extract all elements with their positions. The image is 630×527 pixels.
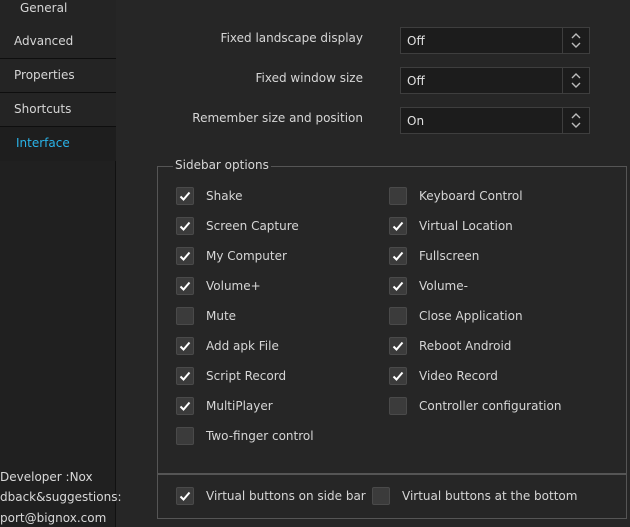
checkbox-checked-icon[interactable] xyxy=(389,277,407,295)
support-email: port@bignox.com xyxy=(0,511,107,525)
fixed-window-size-select[interactable]: Off xyxy=(400,67,590,94)
nav-item-interface[interactable]: Interface xyxy=(0,127,116,161)
nav-item-properties[interactable]: Properties xyxy=(0,59,116,93)
checkbox-unchecked-icon[interactable] xyxy=(389,187,407,205)
checkbox-label: Keyboard Control xyxy=(419,189,523,203)
checkbox-checked-icon[interactable] xyxy=(389,217,407,235)
checkbox-label: Volume- xyxy=(419,279,468,293)
fixed-landscape-select[interactable]: Off xyxy=(400,27,590,54)
fixed-landscape-label: Fixed landscape display xyxy=(220,31,363,45)
up-down-arrows-icon xyxy=(562,68,589,93)
checkbox-unchecked-icon[interactable] xyxy=(176,307,194,325)
remember-size-label: Remember size and position xyxy=(192,111,363,125)
nav-item-general[interactable]: General xyxy=(0,0,116,26)
up-down-arrows-icon xyxy=(562,108,589,133)
checkbox-checked-icon[interactable] xyxy=(389,337,407,355)
checkbox-label: Virtual Location xyxy=(419,219,513,233)
remember-size-select[interactable]: On xyxy=(400,107,590,134)
settings-nav: General Advanced Properties Shortcuts In… xyxy=(0,0,122,527)
checkbox-checked-icon[interactable] xyxy=(176,337,194,355)
checkbox-label: Shake xyxy=(206,189,243,203)
checkbox-checked-icon[interactable] xyxy=(176,217,194,235)
checkbox-label: My Computer xyxy=(206,249,287,263)
developer-text: Developer :Nox xyxy=(0,470,93,484)
fixed-window-size-value: Off xyxy=(407,74,425,88)
checkbox-label: MultiPlayer xyxy=(206,399,273,413)
checkbox-label: Virtual buttons at the bottom xyxy=(402,489,578,503)
feedback-label: dback&suggestions: xyxy=(0,490,122,504)
checkbox-unchecked-icon[interactable] xyxy=(389,307,407,325)
checkbox-label: Controller configuration xyxy=(419,399,562,413)
checkbox-label: Reboot Android xyxy=(419,339,512,353)
checkbox-checked-icon[interactable] xyxy=(176,187,194,205)
checkbox-checked-icon[interactable] xyxy=(176,277,194,295)
checkbox-label: Two-finger control xyxy=(206,429,314,443)
checkbox-checked-icon[interactable] xyxy=(176,247,194,265)
checkbox-label: Mute xyxy=(206,309,237,323)
nav-item-shortcuts[interactable]: Shortcuts xyxy=(0,93,116,127)
checkbox-label: Volume+ xyxy=(206,279,261,293)
checkbox-unchecked-icon[interactable] xyxy=(176,427,194,445)
checkbox-checked-icon[interactable] xyxy=(176,397,194,415)
checkbox-label: Add apk File xyxy=(206,339,279,353)
checkbox-checked-icon[interactable] xyxy=(389,247,407,265)
checkbox-label: Video Record xyxy=(419,369,498,383)
checkbox-unchecked-icon[interactable] xyxy=(389,397,407,415)
checkbox-label: Script Record xyxy=(206,369,287,383)
checkbox-label: Screen Capture xyxy=(206,219,299,233)
checkbox-checked-icon[interactable] xyxy=(176,487,194,505)
fixed-window-size-label: Fixed window size xyxy=(255,71,363,85)
checkbox-label: Virtual buttons on side bar xyxy=(206,489,366,503)
checkbox-checked-icon[interactable] xyxy=(176,367,194,385)
up-down-arrows-icon xyxy=(562,28,589,53)
fixed-landscape-value: Off xyxy=(407,34,425,48)
remember-size-value: On xyxy=(407,114,425,128)
checkbox-checked-icon[interactable] xyxy=(389,367,407,385)
checkbox-unchecked-icon[interactable] xyxy=(372,487,390,505)
sidebar-options-title: Sidebar options xyxy=(173,158,271,172)
nav-item-advanced[interactable]: Advanced xyxy=(0,25,116,59)
checkbox-label: Fullscreen xyxy=(419,249,480,263)
checkbox-label: Close Application xyxy=(419,309,523,323)
